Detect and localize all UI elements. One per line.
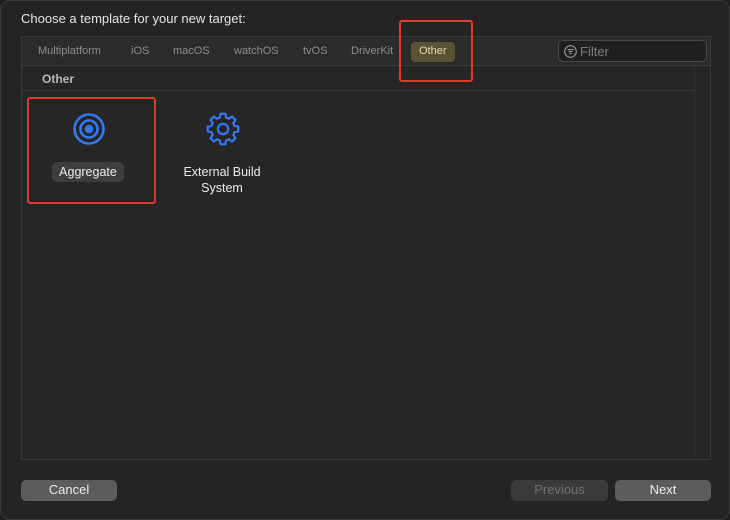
tab-ios[interactable]: iOS (123, 42, 157, 62)
platform-tabbar: Multiplatform iOS macOS watchOS tvOS Dri… (22, 37, 710, 66)
filter-field[interactable] (558, 40, 707, 62)
template-label: External Build System (162, 164, 282, 196)
gear-icon (206, 112, 240, 146)
template-panel: Multiplatform iOS macOS watchOS tvOS Dri… (21, 36, 711, 460)
next-button[interactable]: Next (615, 480, 711, 501)
new-target-dialog: Choose a template for your new target: M… (0, 0, 730, 520)
section-header: Other (22, 67, 694, 91)
template-label-line: System (201, 181, 243, 195)
dialog-title: Choose a template for your new target: (21, 11, 246, 26)
template-label-text: Aggregate (52, 162, 124, 182)
target-icon (73, 113, 105, 145)
cancel-button[interactable]: Cancel (21, 480, 117, 501)
tab-macos[interactable]: macOS (165, 42, 218, 62)
filter-circle-icon (564, 45, 577, 58)
previous-button[interactable]: Previous (511, 480, 608, 501)
section-label: Other (42, 72, 75, 86)
vertical-scrollbar[interactable] (694, 67, 710, 459)
tab-watchos[interactable]: watchOS (226, 42, 287, 62)
template-aggregate[interactable]: Aggregate (28, 100, 148, 210)
template-label: Aggregate (28, 162, 148, 182)
tab-multiplatform[interactable]: Multiplatform (30, 42, 109, 62)
template-label-line: External Build (183, 165, 261, 179)
tab-other[interactable]: Other (411, 42, 455, 62)
tab-driverkit[interactable]: DriverKit (343, 42, 401, 62)
tab-tvos[interactable]: tvOS (295, 42, 335, 62)
template-external-build-system[interactable]: External Build System (162, 100, 282, 210)
filter-input[interactable] (580, 43, 700, 59)
